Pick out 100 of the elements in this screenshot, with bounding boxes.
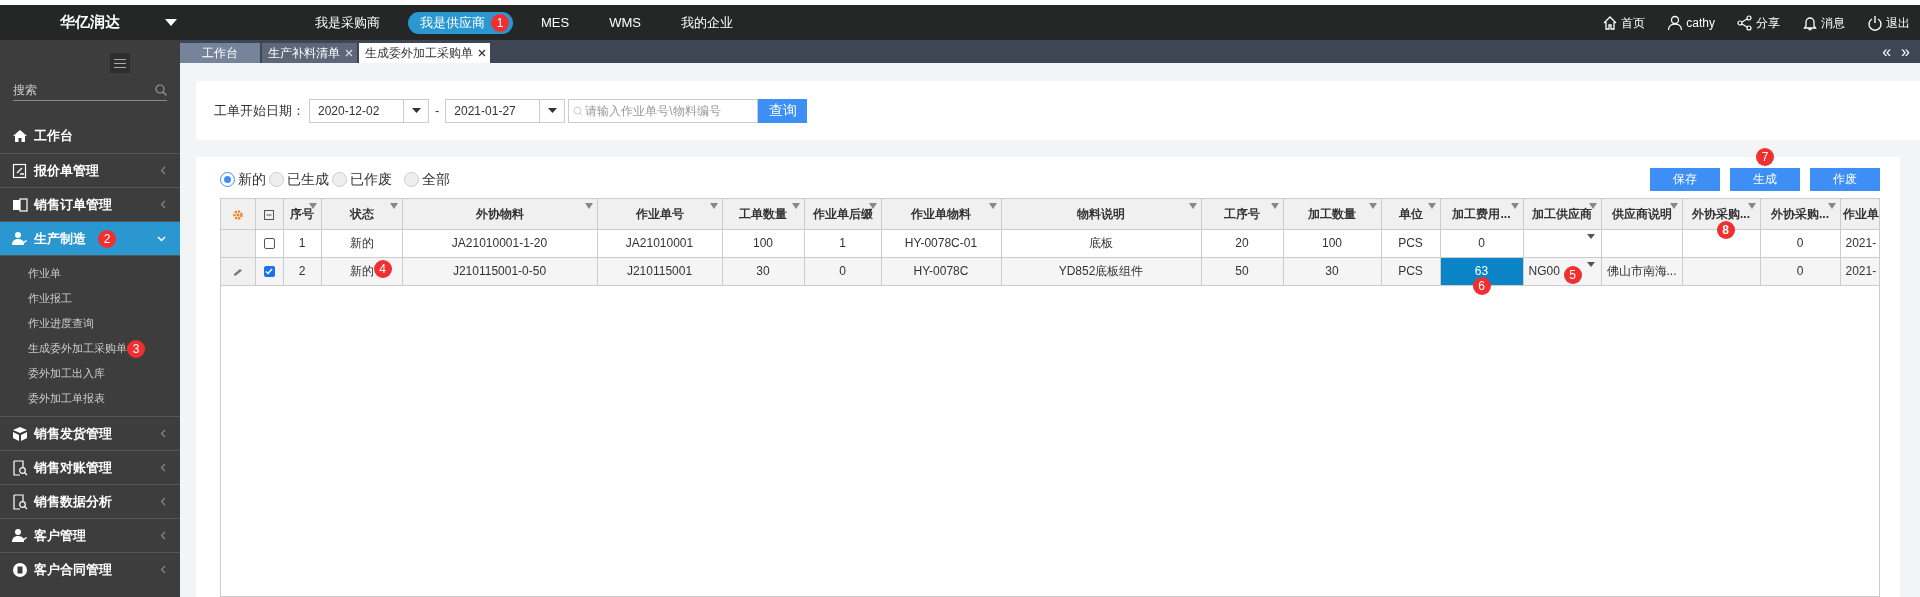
table-cell: J210115001-0-50: [402, 257, 597, 285]
nav-tab[interactable]: 我是采购商: [303, 11, 392, 34]
toolbar-link[interactable]: 退出: [1867, 13, 1910, 32]
table-cell: JA21010001-1-20: [402, 229, 597, 257]
filter-label: 工单开始日期：: [214, 101, 305, 120]
filter-icon: [1427, 203, 1436, 209]
sidebar-item[interactable]: 工作台: [0, 119, 180, 153]
toolbar-link[interactable]: 消息: [1802, 13, 1845, 32]
caret-down-icon: [1586, 233, 1595, 239]
table-cell: 0: [1440, 229, 1523, 257]
filter-icon: [1588, 203, 1597, 209]
home-icon: [12, 128, 28, 144]
table-cell: HY-0078C: [881, 257, 1001, 285]
toolbar-link[interactable]: 分享: [1737, 13, 1780, 32]
submenu-item[interactable]: 作业报工: [28, 290, 72, 307]
column-header: 状态: [349, 206, 374, 221]
column-header: 作业单后缀: [812, 206, 873, 221]
column-header: 外协物料: [475, 206, 524, 221]
submenu-item[interactable]: 作业单: [28, 265, 61, 282]
submenu-item[interactable]: 委外加工出入库: [28, 365, 105, 382]
table-cell: 0: [1760, 229, 1840, 257]
submenu-item[interactable]: 委外加工单报表: [28, 390, 105, 407]
filter-icon: [584, 203, 593, 209]
box-icon: [12, 425, 28, 442]
radio-option[interactable]: 已生成: [269, 168, 329, 190]
tab-scroll-button[interactable]: »: [1901, 43, 1910, 60]
toolbar-link[interactable]: 首页: [1602, 13, 1646, 32]
column-header: 外协采购...: [1771, 206, 1829, 221]
column-header: 工单数量: [739, 206, 787, 221]
nav-tab[interactable]: WMS: [597, 11, 653, 34]
menu-button[interactable]: [110, 53, 130, 73]
table-cell: 1: [804, 229, 881, 257]
table-cell: 30: [1283, 257, 1381, 285]
caret-down-icon: [1586, 261, 1595, 267]
filter-icon: [308, 203, 317, 209]
document-circle-icon: [12, 561, 28, 578]
table-cell: 新的 4: [321, 257, 402, 285]
submenu-item[interactable]: 生成委外加工采购单: [28, 340, 127, 357]
radio-option[interactable]: 全部: [404, 168, 450, 190]
checkbox[interactable]: [263, 238, 275, 250]
column-header: 加工供应商: [1532, 206, 1592, 221]
table-cell: 底板: [1001, 229, 1201, 257]
user-icon: [1667, 14, 1684, 31]
step-number-badge: 7: [1756, 147, 1774, 166]
column-header: 外协采购...: [1692, 206, 1750, 221]
search-icon: [155, 83, 167, 96]
caret-down-icon: [547, 108, 557, 113]
filter-icon: [1188, 203, 1197, 209]
filter-icon: [988, 203, 997, 209]
step-number-badge: 4: [373, 259, 392, 278]
bell-icon: [1802, 14, 1818, 31]
share-icon: [1737, 14, 1753, 31]
table-cell: HY-0078C-01: [881, 229, 1001, 257]
column-header: 作业单号: [635, 206, 684, 221]
gear-icon: [231, 208, 244, 221]
user-icon: [12, 527, 28, 544]
checkbox[interactable]: [263, 266, 275, 278]
date-field[interactable]: 2020-12-02: [309, 98, 429, 123]
step-number-badge: 6: [1472, 276, 1491, 295]
nav-tab[interactable]: MES: [529, 11, 582, 34]
separator-text: -: [435, 101, 440, 120]
sidebar-item[interactable]: 客户合同管理: [0, 552, 180, 586]
table-cell: 佛山市南海...: [1601, 257, 1682, 285]
toolbar-link[interactable]: cathy: [1667, 13, 1715, 32]
caret-down-icon[interactable]: [165, 19, 177, 26]
tab[interactable]: 工作台: [180, 43, 260, 63]
column-header: 作业单物料: [911, 206, 971, 221]
document-search-icon: [12, 459, 28, 476]
date-field[interactable]: 2021-01-27: [445, 98, 566, 123]
search-field[interactable]: 请输入作业单号\物料编号: [568, 98, 759, 123]
tab[interactable]: 生产补料清单: [262, 43, 357, 63]
filter-icon: [1747, 203, 1756, 209]
search-input[interactable]: 搜索: [13, 79, 153, 100]
filter-icon: [1368, 203, 1377, 209]
table-cell: PCS: [1381, 257, 1440, 285]
filter-icon: [868, 203, 877, 209]
caret-down-icon: [411, 108, 421, 113]
table-cell: 20: [1201, 229, 1283, 257]
sidebar-item[interactable]: 生产制造 2: [0, 221, 180, 255]
nav-tab[interactable]: 我的企业: [668, 11, 745, 34]
table-cell: 1: [283, 229, 321, 257]
column-header: 工序号: [1224, 206, 1260, 221]
submenu-item[interactable]: 作业进度查询: [28, 315, 94, 332]
step-number-badge: 8: [1716, 221, 1735, 239]
user-icon: [12, 230, 28, 247]
tab-scroll-button[interactable]: «: [1882, 43, 1892, 60]
table-cell: 100: [722, 229, 804, 257]
tab[interactable]: 生成委外加工采购单: [359, 43, 490, 63]
radio-option[interactable]: 已作废: [332, 168, 392, 190]
filter-icon: [791, 203, 800, 209]
table-cell: NG00 5: [1523, 257, 1601, 285]
radio-option[interactable]: 新的: [220, 168, 266, 190]
home-icon: [1602, 14, 1619, 31]
table-cell: J210115001: [597, 257, 722, 285]
column-header: 物料说明: [1077, 206, 1125, 221]
table-cell: 2: [283, 257, 321, 285]
table-cell: YD852底板组件: [1001, 257, 1201, 285]
column-header: 单位: [1398, 206, 1423, 221]
filter-icon: [709, 203, 718, 209]
document-search-icon: [12, 493, 28, 510]
